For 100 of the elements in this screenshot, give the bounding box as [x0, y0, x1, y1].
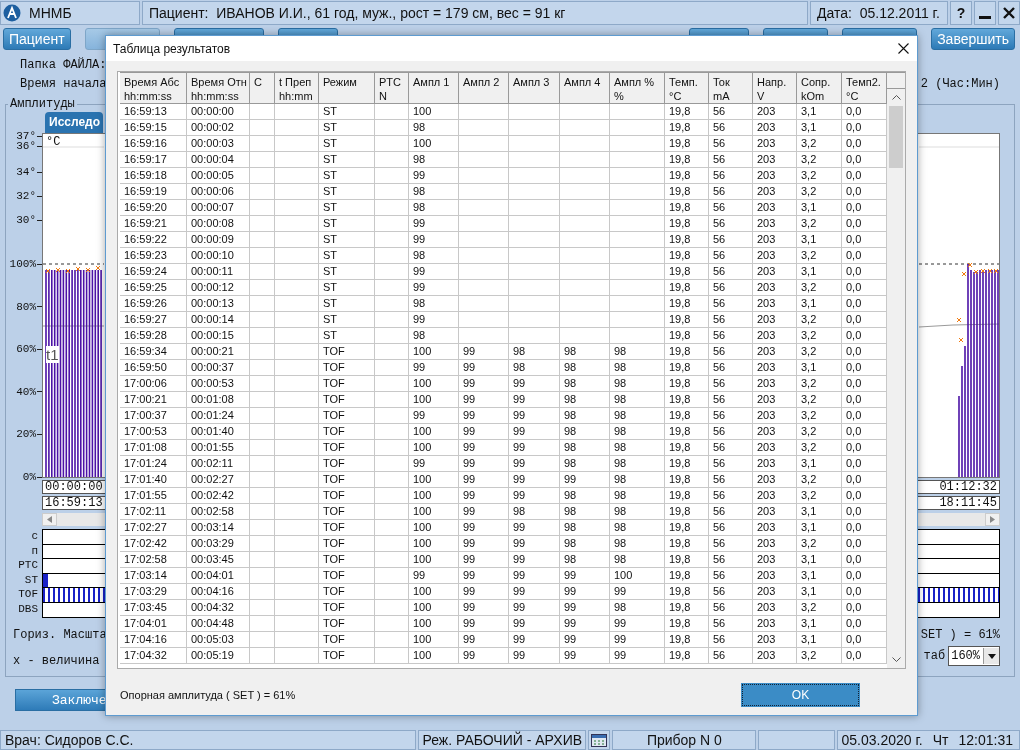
track-label: DBS	[18, 601, 38, 616]
table-cell: 19,8	[665, 552, 709, 568]
table-cell: TOF	[319, 488, 375, 504]
table-cell: 99	[409, 280, 459, 296]
table-cell: 3,1	[797, 632, 842, 648]
table-cell: 00:00:02	[187, 120, 250, 136]
table-cell: 19,8	[665, 296, 709, 312]
table-cell: 00:00:08	[187, 216, 250, 232]
table-cell: 00:04:48	[187, 616, 250, 632]
table-cell: 19,8	[665, 328, 709, 344]
table-cell: 56	[709, 616, 753, 632]
table-cell: 19,8	[665, 344, 709, 360]
table-cell: TOF	[319, 376, 375, 392]
table-cell: 00:05:03	[187, 632, 250, 648]
marker-label: t1	[46, 346, 59, 363]
table-cell: 56	[709, 520, 753, 536]
table-cell: 98	[409, 248, 459, 264]
table-cell: 98	[610, 472, 665, 488]
table-cell: ST	[319, 152, 375, 168]
table-cell: 99	[560, 632, 610, 648]
table-cell: 100	[409, 344, 459, 360]
dialog-title: Таблица результатов	[113, 41, 231, 56]
table-cell: 203	[753, 216, 797, 232]
table-cell: 3,1	[797, 584, 842, 600]
table-cell: 56	[709, 648, 753, 664]
table-cell: 99	[560, 600, 610, 616]
table-cell: 3,2	[797, 280, 842, 296]
table-cell: 98	[409, 200, 459, 216]
table-cell: 56	[709, 472, 753, 488]
table-cell: 3,1	[797, 568, 842, 584]
table-cell: 3,2	[797, 472, 842, 488]
table-cell: 98	[409, 120, 459, 136]
table-cell: 100	[409, 648, 459, 664]
table-cell: 98	[610, 424, 665, 440]
table-cell: 98	[409, 184, 459, 200]
patient-info: Пациент: ИВАНОВ И.И., 61 год, муж., рост = 179 см, вес = 91 кг	[149, 5, 566, 21]
table-cell: 100	[409, 616, 459, 632]
table-cell: 99	[560, 584, 610, 600]
table-cell: 00:01:08	[187, 392, 250, 408]
table-cell: 3,1	[797, 552, 842, 568]
table-cell: 203	[753, 248, 797, 264]
table-cell: 3,2	[797, 488, 842, 504]
table-cell: 16:59:34	[120, 344, 187, 360]
table-cell: 16:59:20	[120, 200, 187, 216]
table-cell: 100	[409, 600, 459, 616]
table-cell: 17:02:42	[120, 536, 187, 552]
table-cell: 203	[753, 184, 797, 200]
table-cell: 99	[459, 392, 509, 408]
table-cell: 100	[610, 568, 665, 584]
table-cell: 00:04:16	[187, 584, 250, 600]
table-cell: 16:59:25	[120, 280, 187, 296]
table-cell: 203	[753, 632, 797, 648]
table-cell: 98	[560, 344, 610, 360]
table-cell: TOF	[319, 344, 375, 360]
track-label: PTC	[18, 558, 38, 573]
table-cell: TOF	[319, 472, 375, 488]
table-cell: 100	[409, 536, 459, 552]
temperature-tick: 34°	[16, 166, 36, 178]
table-cell: 17:00:53	[120, 424, 187, 440]
table-cell: 98	[610, 360, 665, 376]
table-cell: 98	[610, 520, 665, 536]
duration-text: 2 (Час:Мин)	[920, 77, 1000, 91]
table-cell: 3,1	[797, 104, 842, 120]
table-cell: 17:01:08	[120, 440, 187, 456]
start-relative-time: 00:00:00	[45, 480, 103, 494]
table-cell: 98	[560, 360, 610, 376]
table-cell: 99	[509, 472, 560, 488]
table-cell: 56	[709, 568, 753, 584]
table-cell: 203	[753, 328, 797, 344]
table-cell: 99	[509, 520, 560, 536]
status-date: 05.03.2020 г.	[841, 732, 923, 748]
table-cell: 98	[610, 440, 665, 456]
table-cell: 19,8	[665, 408, 709, 424]
table-cell: 16:59:23	[120, 248, 187, 264]
table-cell: 203	[753, 488, 797, 504]
table-cell: TOF	[319, 552, 375, 568]
table-cell: 203	[753, 280, 797, 296]
temperature-tick: 30°	[16, 214, 36, 226]
table-cell: 16:59:27	[120, 312, 187, 328]
table-cell: 56	[709, 120, 753, 136]
percent-tick: 80%	[16, 300, 36, 313]
table-cell: 99	[509, 568, 560, 584]
table-cell: 17:01:24	[120, 456, 187, 472]
table-cell: TOF	[319, 424, 375, 440]
table-cell: 100	[409, 520, 459, 536]
table-cell: 00:00:07	[187, 200, 250, 216]
unit-header: %	[610, 88, 665, 104]
table-cell: 19,8	[665, 424, 709, 440]
table-cell: 56	[709, 200, 753, 216]
table-cell: 3,1	[797, 120, 842, 136]
table-cell: 16:59:26	[120, 296, 187, 312]
table-cell: 98	[560, 536, 610, 552]
table-cell: 00:00:37	[187, 360, 250, 376]
unit-header: hh:mm:ss	[187, 88, 250, 104]
table-cell: 19,8	[665, 248, 709, 264]
status-device: Прибор N 0	[612, 730, 757, 750]
table-cell: 203	[753, 344, 797, 360]
table-cell: 99	[509, 392, 560, 408]
table-cell: 99	[409, 232, 459, 248]
table-cell: 19,8	[665, 232, 709, 248]
